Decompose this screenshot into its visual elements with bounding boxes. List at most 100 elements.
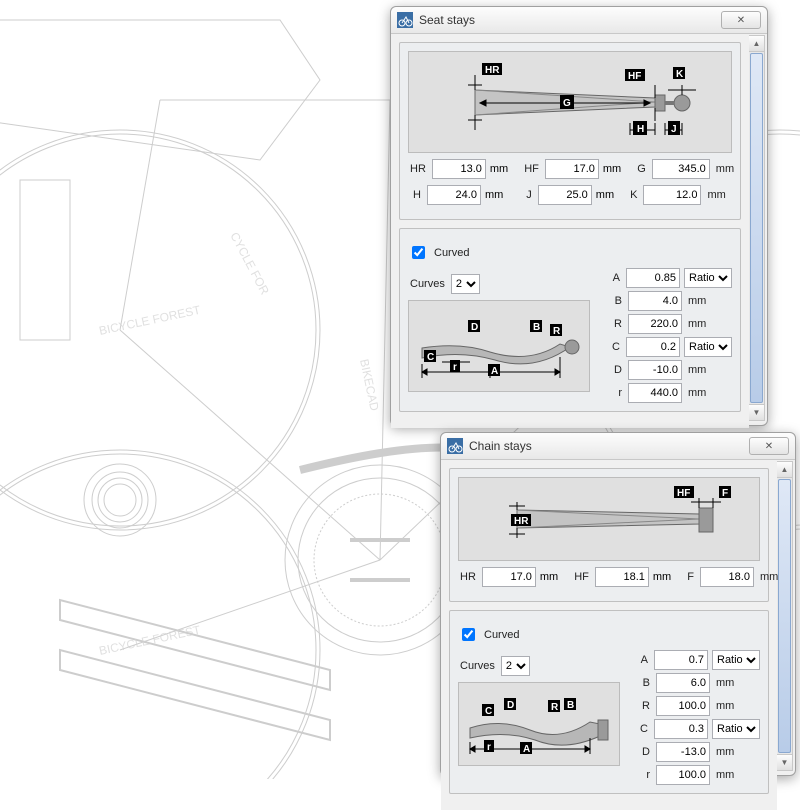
input-r-upper[interactable] [628,314,682,334]
row-hr-hf-f: HR mm HF mm F mm [458,567,760,587]
curve-panel: Curved Curves 2 [449,610,769,794]
svg-text:F: F [722,488,728,499]
label-h: H [411,189,423,201]
curved-checkbox[interactable] [412,246,425,259]
label-a: A [632,654,650,666]
svg-text:A: A [491,366,498,377]
svg-text:CYCLE FOR: CYCLE FOR [227,230,272,298]
unit-mm: mm [490,163,508,175]
svg-text:HF: HF [628,71,641,82]
chain-curve-diagram: C D R B r A [458,682,620,766]
close-button[interactable]: ✕ [721,11,761,29]
label-b: B [606,295,624,307]
label-curves: Curves [408,278,447,290]
input-c[interactable] [626,337,680,357]
unit-mm: mm [714,769,760,781]
scroll-up-button[interactable]: ▲ [777,462,792,478]
input-c[interactable] [654,719,708,739]
label-b: B [634,677,652,689]
label-r-upper: R [606,318,624,330]
curves-count-select[interactable]: 2 [501,656,530,676]
curve-panel: Curved Curves 2 [399,228,741,412]
input-b[interactable] [656,673,710,693]
input-f[interactable] [700,567,754,587]
dialog-title: Chain stays [469,439,749,453]
seat-curve-diagram: D B R C r A [408,300,590,392]
svg-text:D: D [471,322,478,333]
input-k[interactable] [643,185,701,205]
vertical-scrollbar[interactable]: ▲ ▼ [776,461,793,771]
scroll-down-button[interactable]: ▼ [749,404,764,420]
titlebar[interactable]: Chain stays ✕ [441,433,795,460]
seat-stays-dialog: Seat stays ✕ ▲ ▼ [390,6,768,426]
unit-mm: mm [705,189,727,201]
unit-mm: mm [596,189,614,201]
curved-checkbox[interactable] [462,628,475,641]
label-d: D [634,746,652,758]
input-r-lower[interactable] [628,383,682,403]
scroll-up-button[interactable]: ▲ [749,36,764,52]
svg-text:R: R [553,326,561,337]
input-b[interactable] [628,291,682,311]
scroll-thumb[interactable] [750,53,763,403]
svg-text:R: R [551,702,559,713]
dialog-title: Seat stays [419,13,721,27]
input-hr[interactable] [482,567,536,587]
input-hr[interactable] [432,159,486,179]
svg-text:C: C [427,352,434,363]
c-unit-select[interactable]: Ratio [712,719,760,739]
label-r-lower: r [634,769,652,781]
vertical-scrollbar[interactable]: ▲ ▼ [748,35,765,421]
input-h[interactable] [427,185,481,205]
scroll-down-button[interactable]: ▼ [777,754,792,770]
c-unit-select[interactable]: Ratio [684,337,732,357]
unit-mm: mm [603,163,621,175]
scroll-thumb[interactable] [778,479,791,753]
label-a: A [604,272,622,284]
svg-text:C: C [485,706,492,717]
input-j[interactable] [538,185,592,205]
input-hf[interactable] [595,567,649,587]
unit-mm: mm [714,700,760,712]
titlebar[interactable]: Seat stays ✕ [391,7,767,34]
unit-mm: mm [714,677,760,689]
label-curved: Curved [482,629,521,641]
svg-text:HF: HF [677,488,690,499]
input-r-lower[interactable] [656,765,710,785]
stay-geometry-panel: HR HF K G H J HR mm HF mm G mm [399,42,741,220]
svg-text:BICYCLE FOREST: BICYCLE FOREST [98,303,203,338]
svg-text:J: J [671,124,677,135]
label-r-upper: R [634,700,652,712]
input-hf[interactable] [545,159,599,179]
svg-text:D: D [507,700,514,711]
label-j: J [524,189,534,201]
svg-text:HR: HR [514,516,529,527]
curves-count-select[interactable]: 2 [451,274,480,294]
label-f: F [685,571,696,583]
unit-mm: mm [653,571,671,583]
input-d[interactable] [628,360,682,380]
input-a[interactable] [626,268,680,288]
unit-mm: mm [686,364,732,376]
a-unit-select[interactable]: Ratio [712,650,760,670]
label-d: D [606,364,624,376]
unit-mm: mm [686,318,732,330]
unit-mm: mm [540,571,558,583]
unit-mm: mm [714,746,760,758]
a-unit-select[interactable]: Ratio [684,268,732,288]
svg-text:HR: HR [485,65,500,76]
close-button[interactable]: ✕ [749,437,789,455]
unit-mm: mm [714,163,736,175]
label-k: K [628,189,639,201]
unit-mm: mm [758,571,780,583]
input-r-upper[interactable] [656,696,710,716]
unit-mm: mm [485,189,503,201]
label-c: C [604,341,622,353]
app-icon [447,438,463,454]
input-g[interactable] [652,159,710,179]
app-icon [397,12,413,28]
input-a[interactable] [654,650,708,670]
svg-text:r: r [487,742,491,753]
seat-stay-diagram: HR HF K G H J [408,51,732,153]
input-d[interactable] [656,742,710,762]
